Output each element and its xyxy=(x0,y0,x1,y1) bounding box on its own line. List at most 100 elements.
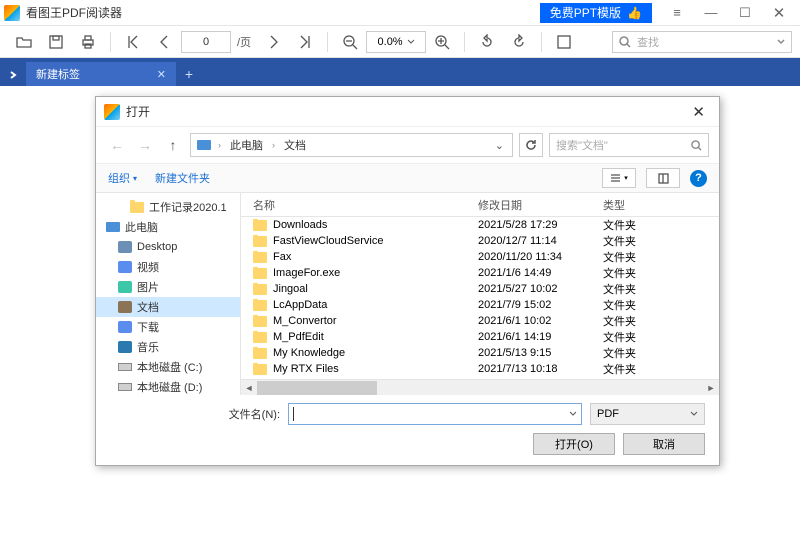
view-mode-button[interactable] xyxy=(548,28,580,56)
help-button[interactable]: ? xyxy=(690,170,707,187)
horizontal-scrollbar[interactable]: ◄► xyxy=(241,379,719,395)
tab-list-icon[interactable] xyxy=(4,64,26,86)
view-mode-button[interactable]: ▾ xyxy=(602,168,636,188)
file-row[interactable]: LcAppData2021/7/9 15:02文件夹 xyxy=(241,297,719,313)
dialog-toolbar: 组织 ▾ 新建文件夹 ▾ ? xyxy=(96,163,719,193)
search-input[interactable]: 查找 xyxy=(612,31,792,53)
main-toolbar: 0 /页 0.0% 查找 xyxy=(0,26,800,58)
zoom-out-button[interactable] xyxy=(334,28,366,56)
main-content: 打开 ✕ ← → ↑ › 此电脑 › 文档 ⌄ 搜索"文档" 组织 ▾ 新建文件… xyxy=(0,86,800,533)
folder-icon xyxy=(253,220,267,231)
tree-node[interactable]: 音乐 xyxy=(96,337,240,357)
file-row[interactable]: ImageFor.exe2021/1/6 14:49文件夹 xyxy=(241,265,719,281)
tree-node[interactable]: 本地磁盘 (D:) xyxy=(96,377,240,395)
open-file-dialog: 打开 ✕ ← → ↑ › 此电脑 › 文档 ⌄ 搜索"文档" 组织 ▾ 新建文件… xyxy=(95,96,720,466)
ppt-banner[interactable]: 免费PPT模版👍 xyxy=(540,3,652,23)
refresh-button[interactable] xyxy=(519,133,543,157)
new-folder-button[interactable]: 新建文件夹 xyxy=(155,170,210,186)
file-row[interactable]: Fax2020/11/20 11:34文件夹 xyxy=(241,249,719,265)
tree-node[interactable]: Desktop xyxy=(96,237,240,257)
rotate-right-button[interactable] xyxy=(503,28,535,56)
folder-icon xyxy=(253,332,267,343)
folder-icon xyxy=(130,202,144,213)
zoom-select[interactable]: 0.0% xyxy=(366,31,426,53)
maximize-button[interactable]: ☐ xyxy=(728,1,762,25)
open-button[interactable]: 打开(O) xyxy=(533,433,615,455)
breadcrumb[interactable]: › 此电脑 › 文档 ⌄ xyxy=(190,133,513,157)
close-window-button[interactable]: ✕ xyxy=(762,1,796,25)
tree-node[interactable]: 此电脑 xyxy=(96,217,240,237)
folder-icon xyxy=(253,364,267,375)
folder-icon xyxy=(253,348,267,359)
menu-icon[interactable]: ≡ xyxy=(660,1,694,25)
tab-bar: 新建标签 ✕ + xyxy=(0,58,800,86)
col-name-header[interactable]: 名称 xyxy=(245,197,470,213)
generic-icon xyxy=(118,341,132,353)
file-row[interactable]: Jingoal2021/5/27 10:02文件夹 xyxy=(241,281,719,297)
generic-icon xyxy=(118,261,132,273)
pc-icon xyxy=(197,140,211,150)
file-row[interactable]: M_PdfEdit2021/6/1 14:19文件夹 xyxy=(241,329,719,345)
generic-icon xyxy=(118,281,132,293)
pc-icon xyxy=(106,222,120,232)
file-row[interactable]: Downloads2021/5/28 17:29文件夹 xyxy=(241,217,719,233)
organize-menu[interactable]: 组织 ▾ xyxy=(108,170,137,186)
minimize-button[interactable]: — xyxy=(694,1,728,25)
app-title: 看图王PDF阅读器 xyxy=(26,4,122,21)
file-row[interactable]: My RTX Files2021/7/13 10:18文件夹 xyxy=(241,361,719,377)
first-page-button[interactable] xyxy=(117,28,149,56)
file-list: 名称 修改日期 类型 Downloads2021/5/28 17:29文件夹Fa… xyxy=(241,193,719,395)
rotate-left-button[interactable] xyxy=(471,28,503,56)
file-row[interactable]: My Knowledge2021/5/13 9:15文件夹 xyxy=(241,345,719,361)
tab-close-icon[interactable]: ✕ xyxy=(157,68,166,81)
tree-node[interactable]: 工作记录2020.1 xyxy=(96,197,240,217)
zoom-in-button[interactable] xyxy=(426,28,458,56)
tree-node[interactable]: 图片 xyxy=(96,277,240,297)
folder-icon xyxy=(253,252,267,263)
chevron-down-icon[interactable]: ⌄ xyxy=(491,139,508,152)
new-tab-button[interactable]: + xyxy=(178,62,200,86)
dialog-close-button[interactable]: ✕ xyxy=(686,101,711,123)
preview-pane-button[interactable] xyxy=(646,168,680,188)
cancel-button[interactable]: 取消 xyxy=(623,433,705,455)
nav-back-button[interactable]: ← xyxy=(106,134,128,156)
page-number-input[interactable]: 0 xyxy=(181,31,231,53)
generic-icon xyxy=(118,301,132,313)
search-icon xyxy=(619,36,631,48)
last-page-button[interactable] xyxy=(289,28,321,56)
dialog-logo-icon xyxy=(104,104,120,120)
file-type-select[interactable]: PDF xyxy=(590,403,705,425)
tab-active[interactable]: 新建标签 ✕ xyxy=(26,62,176,86)
filename-label: 文件名(N): xyxy=(110,406,280,422)
dialog-titlebar: 打开 ✕ xyxy=(96,97,719,127)
nav-forward-button[interactable]: → xyxy=(134,134,156,156)
tree-node[interactable]: 本地磁盘 (C:) xyxy=(96,357,240,377)
save-button[interactable] xyxy=(40,28,72,56)
tree-node[interactable]: 下载 xyxy=(96,317,240,337)
chevron-down-icon xyxy=(777,38,785,46)
open-file-button[interactable] xyxy=(8,28,40,56)
search-icon xyxy=(691,140,702,151)
tree-node[interactable]: 视频 xyxy=(96,257,240,277)
tree-node[interactable]: 文档 xyxy=(96,297,240,317)
filename-input[interactable] xyxy=(288,403,582,425)
drive-icon xyxy=(118,383,132,391)
app-logo-icon xyxy=(4,5,20,21)
folder-icon xyxy=(253,300,267,311)
dialog-search-input[interactable]: 搜索"文档" xyxy=(549,133,709,157)
col-date-header[interactable]: 修改日期 xyxy=(470,197,595,213)
folder-tree: 工作记录2020.1此电脑Desktop视频图片文档下载音乐本地磁盘 (C:)本… xyxy=(96,193,241,395)
nav-up-button[interactable]: ↑ xyxy=(162,134,184,156)
file-row[interactable]: M_Convertor2021/6/1 10:02文件夹 xyxy=(241,313,719,329)
folder-icon xyxy=(253,284,267,295)
col-type-header[interactable]: 类型 xyxy=(595,197,675,213)
folder-icon xyxy=(253,316,267,327)
drive-icon xyxy=(118,363,132,371)
prev-page-button[interactable] xyxy=(149,28,181,56)
print-button[interactable] xyxy=(72,28,104,56)
dialog-footer: 文件名(N): PDF 打开(O) 取消 xyxy=(96,395,719,465)
file-row[interactable]: FastViewCloudService2020/12/7 11:14文件夹 xyxy=(241,233,719,249)
generic-icon xyxy=(118,241,132,253)
folder-icon xyxy=(253,236,267,247)
next-page-button[interactable] xyxy=(257,28,289,56)
